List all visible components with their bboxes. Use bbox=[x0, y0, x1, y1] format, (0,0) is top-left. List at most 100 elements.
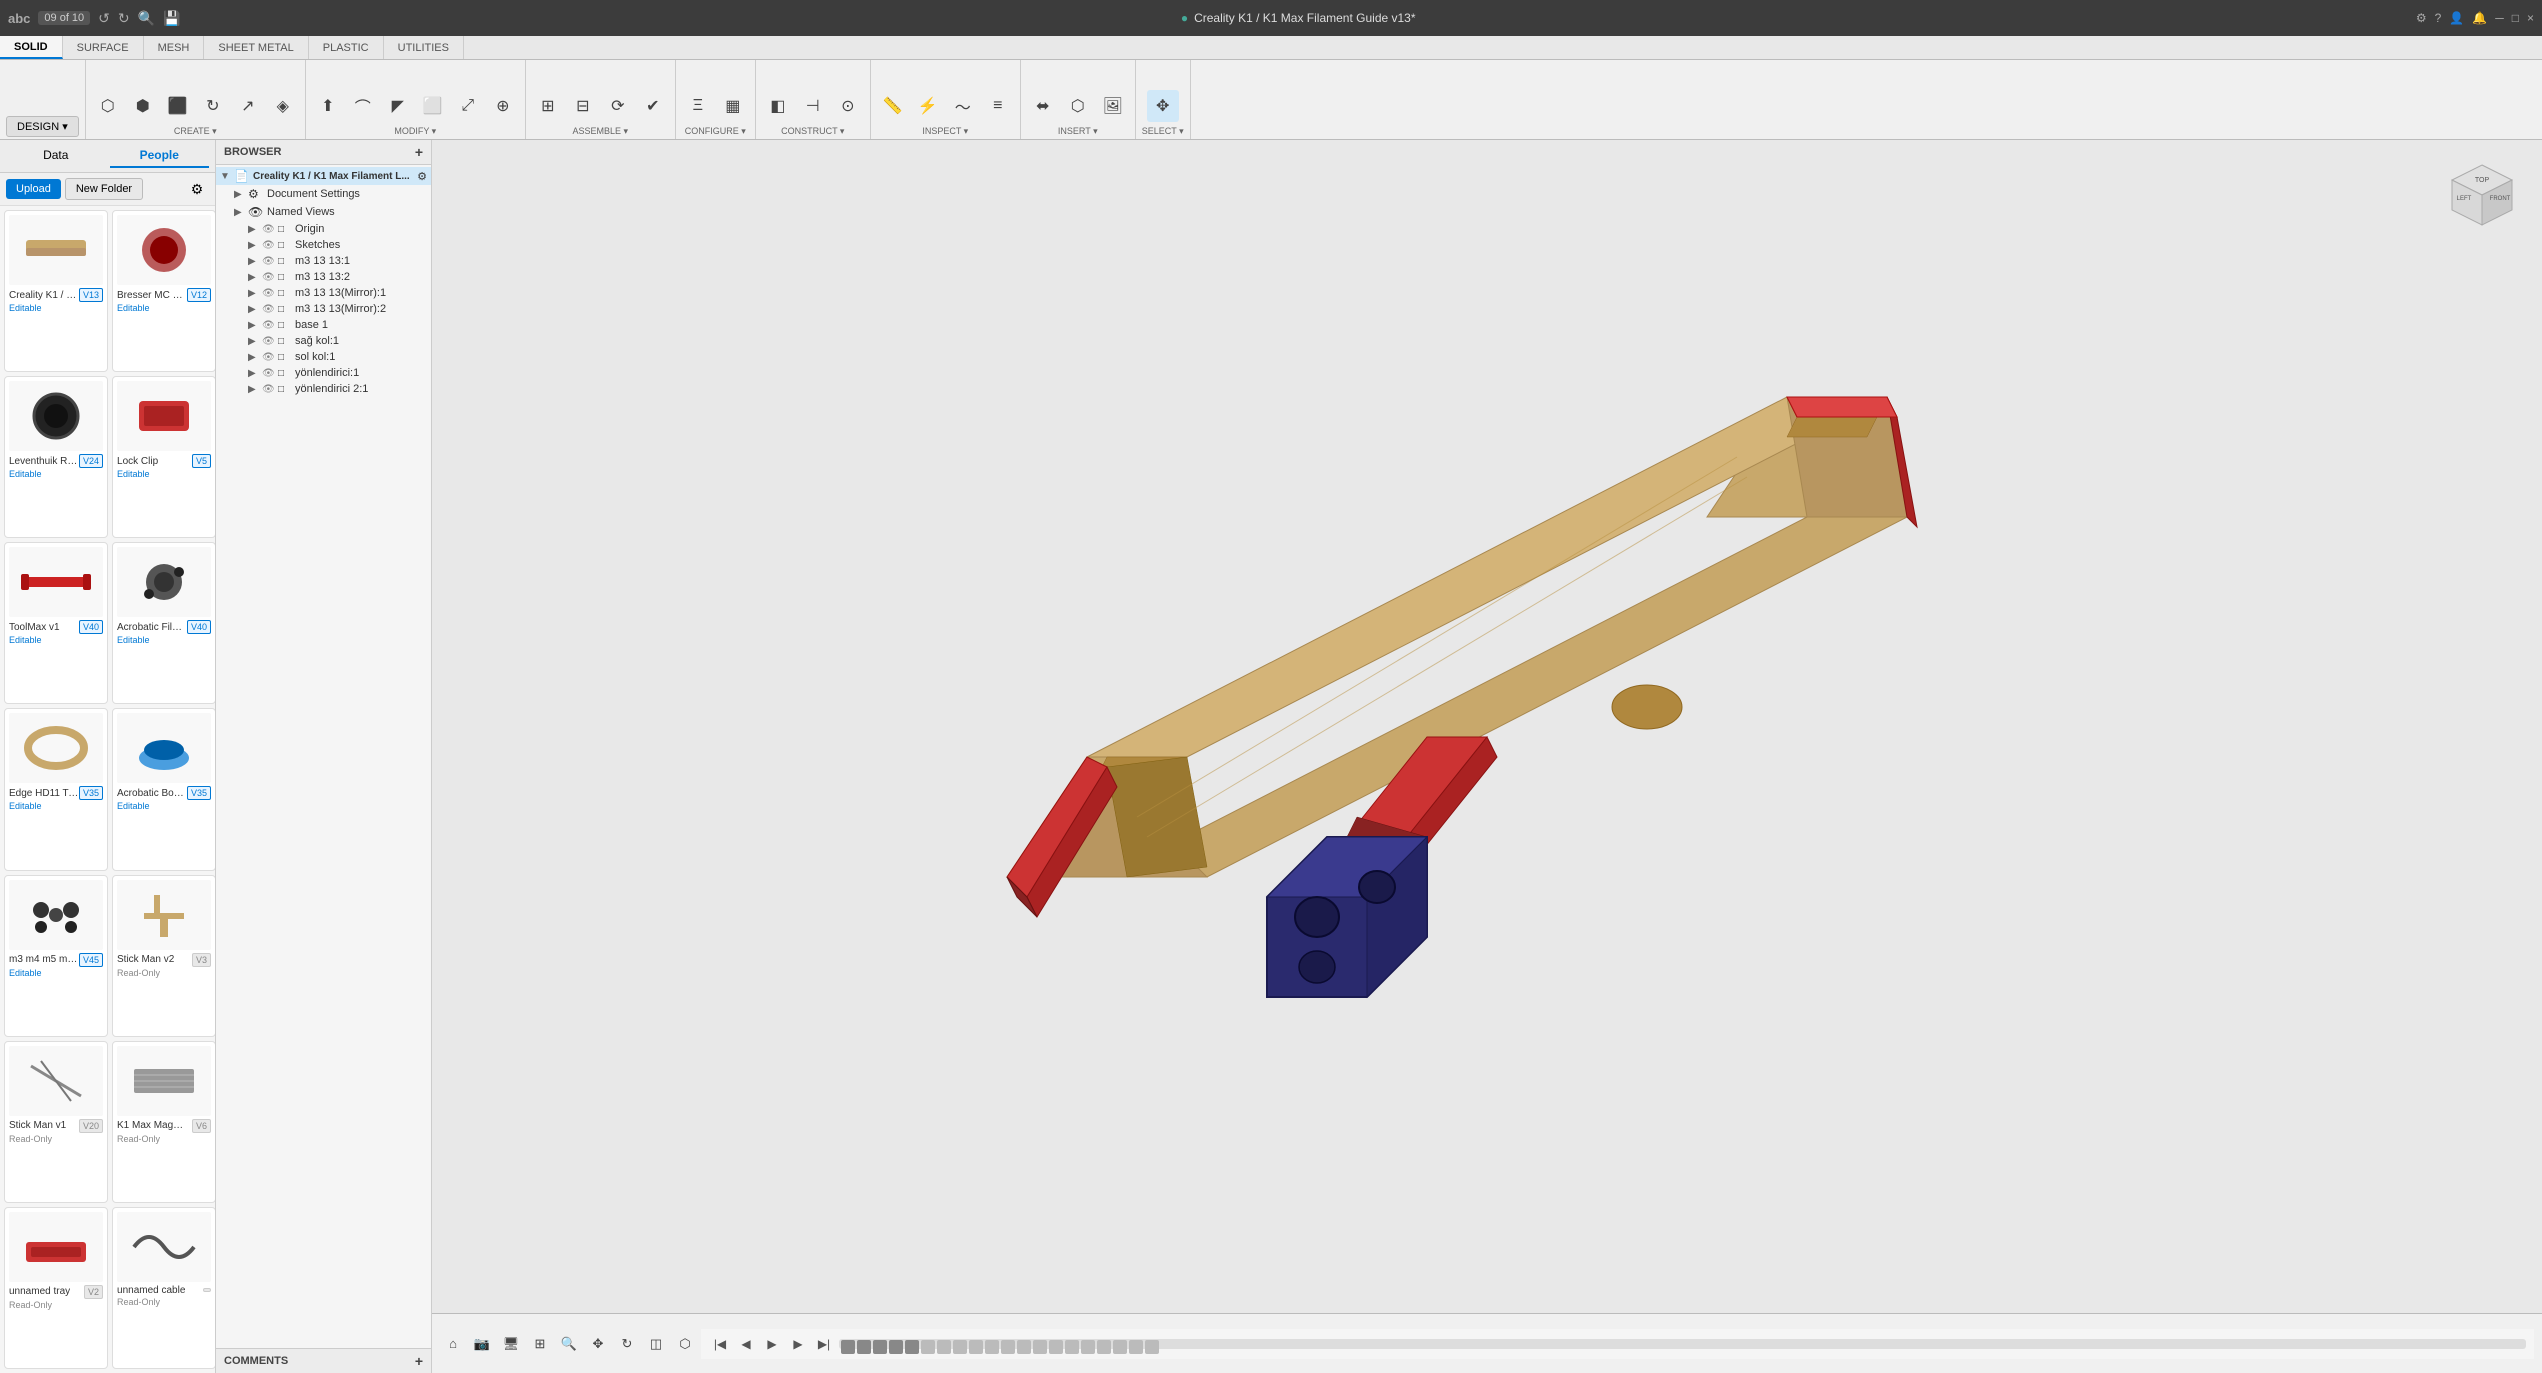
assemble-motion-icon[interactable]: ⟳ bbox=[602, 90, 634, 122]
assemble-joint-icon[interactable]: ⊞ bbox=[532, 90, 564, 122]
modify-combine-icon[interactable]: ⊕ bbox=[487, 90, 519, 122]
bell-icon[interactable]: 🔔 bbox=[2472, 11, 2487, 25]
user-icon[interactable]: 👤 bbox=[2449, 11, 2464, 25]
create-sweep-icon[interactable]: ↗ bbox=[232, 90, 264, 122]
insert-svg-icon[interactable]: ⬌ bbox=[1027, 90, 1059, 122]
timeline-next-btn[interactable]: ▶ bbox=[787, 1333, 809, 1355]
tab-surface[interactable]: SURFACE bbox=[63, 36, 144, 59]
timeline-play-btn[interactable]: ▶ bbox=[761, 1333, 783, 1355]
tree-item-sol-kol[interactable]: ▶ 👁 □ sol kol:1 bbox=[216, 349, 431, 365]
help-icon[interactable]: ? bbox=[2435, 11, 2442, 25]
view-orbit-icon[interactable]: ↻ bbox=[614, 1331, 640, 1357]
settings-button[interactable]: ⚙ bbox=[185, 177, 209, 201]
asset-item[interactable]: Stick Man v2 V3 Read-Only bbox=[112, 875, 215, 1037]
create-box-icon[interactable]: ⬡ bbox=[92, 90, 124, 122]
tab-sheet-metal[interactable]: SHEET METAL bbox=[204, 36, 308, 59]
construct-plane-icon[interactable]: ◧ bbox=[762, 90, 794, 122]
asset-item[interactable]: Bresser MC 127... V12 Editable bbox=[112, 210, 215, 372]
modify-chamfer-icon[interactable]: ◤ bbox=[382, 90, 414, 122]
tree-item-root[interactable]: ▼ 📄 Creality K1 / K1 Max Filament L... ⚙ bbox=[216, 167, 431, 185]
tab-mesh[interactable]: MESH bbox=[144, 36, 205, 59]
asset-item[interactable]: ToolMax v1 V40 Editable bbox=[4, 542, 108, 704]
tab-plastic[interactable]: PLASTIC bbox=[309, 36, 384, 59]
comments-expand-icon[interactable]: + bbox=[415, 1353, 423, 1369]
modify-press-icon[interactable]: ⬆ bbox=[312, 90, 344, 122]
tree-item-m3-2[interactable]: ▶ 👁 □ m3 13 13:2 bbox=[216, 269, 431, 285]
asset-item[interactable]: Acrobatic Bowd... V35 Editable bbox=[112, 708, 215, 870]
insert-canvas-icon[interactable]: 🖼 bbox=[1097, 90, 1129, 122]
new-folder-button[interactable]: New Folder bbox=[65, 178, 143, 200]
inspect-measure-icon[interactable]: 📏 bbox=[877, 90, 909, 122]
undo-icon[interactable]: ↺ bbox=[98, 10, 110, 27]
create-revolve-icon[interactable]: ↻ bbox=[197, 90, 229, 122]
maximize-icon[interactable]: □ bbox=[2512, 11, 2519, 25]
create-extrude-icon[interactable]: ⬛ bbox=[162, 90, 194, 122]
asset-item[interactable]: Stick Man v1 V20 Read-Only bbox=[4, 1041, 108, 1203]
configure-table-icon[interactable]: ▦ bbox=[717, 90, 749, 122]
tree-item-named-views[interactable]: ▶ 👁 Named Views bbox=[216, 203, 431, 221]
view-wireframe-icon[interactable]: ⬡ bbox=[672, 1331, 698, 1357]
asset-item[interactable]: m3 m4 m5 m6 1... V45 Editable bbox=[4, 875, 108, 1037]
asset-item[interactable]: Acrobatic Filame... V40 Editable bbox=[112, 542, 215, 704]
timeline-end-btn[interactable]: ▶| bbox=[813, 1333, 835, 1355]
search-icon[interactable]: 🔍 bbox=[138, 10, 155, 27]
view-zoom-icon[interactable]: 🔍 bbox=[556, 1331, 582, 1357]
tab-utilities[interactable]: UTILITIES bbox=[384, 36, 464, 59]
tab-people[interactable]: People bbox=[110, 144, 210, 168]
asset-item[interactable]: unnamed cable Read-Only bbox=[112, 1207, 215, 1369]
close-icon[interactable]: × bbox=[2527, 11, 2534, 25]
assemble-asbuilt-icon[interactable]: ⊟ bbox=[567, 90, 599, 122]
settings-icon[interactable]: ⚙ bbox=[2416, 11, 2427, 25]
tree-item-yon-1[interactable]: ▶ 👁 □ yönlendirici:1 bbox=[216, 365, 431, 381]
asset-item[interactable]: K1 Max Magnet... V6 Read-Only bbox=[112, 1041, 215, 1203]
upload-button[interactable]: Upload bbox=[6, 179, 61, 199]
asset-item[interactable]: Edge HD11 Tri... V35 Editable bbox=[4, 708, 108, 870]
timeline-prev-btn[interactable]: ◀ bbox=[735, 1333, 757, 1355]
timeline-track[interactable] bbox=[839, 1339, 2526, 1349]
tree-item-origin[interactable]: ▶ 👁 □ Origin bbox=[216, 221, 431, 237]
tab-data[interactable]: Data bbox=[6, 144, 106, 168]
asset-item[interactable]: Creality K1 / K1... V13 Editable bbox=[4, 210, 108, 372]
asset-item[interactable]: unnamed tray V2 Read-Only bbox=[4, 1207, 108, 1369]
insert-mesh-icon[interactable]: ⬡ bbox=[1062, 90, 1094, 122]
tree-item-doc-settings[interactable]: ▶ ⚙ Document Settings bbox=[216, 185, 431, 203]
view-zoom-fit-icon[interactable]: ⊞ bbox=[527, 1331, 553, 1357]
view-perspective-icon[interactable]: ◫ bbox=[643, 1331, 669, 1357]
tree-item-m3-mirror-1[interactable]: ▶ 👁 □ m3 13 13(Mirror):1 bbox=[216, 285, 431, 301]
view-pan-icon[interactable]: ✥ bbox=[585, 1331, 611, 1357]
modify-shell-icon[interactable]: ⬜ bbox=[417, 90, 449, 122]
assemble-enable-icon[interactable]: ✔ bbox=[637, 90, 669, 122]
tree-item-yon-2[interactable]: ▶ 👁 □ yönlendirici 2:1 bbox=[216, 381, 431, 397]
design-dropdown[interactable]: DESIGN ▾ bbox=[6, 116, 79, 137]
tree-item-m3-1[interactable]: ▶ 👁 □ m3 13 13:1 bbox=[216, 253, 431, 269]
view-home-icon[interactable]: ⌂ bbox=[440, 1331, 466, 1357]
timeline-beginning-btn[interactable]: |◀ bbox=[709, 1333, 731, 1355]
inspect-interference-icon[interactable]: ⚡ bbox=[912, 90, 944, 122]
inspect-curvature-icon[interactable]: 〜 bbox=[947, 90, 979, 122]
tree-item-base1[interactable]: ▶ 👁 □ base 1 bbox=[216, 317, 431, 333]
viewcube[interactable]: TOP FRONT LEFT bbox=[2442, 160, 2522, 240]
asset-item[interactable]: Leventhuik RA 30... V24 Editable bbox=[4, 376, 108, 538]
create-loft-icon[interactable]: ◈ bbox=[267, 90, 299, 122]
browser-expand-icon[interactable]: + bbox=[415, 144, 423, 160]
tab-solid[interactable]: SOLID bbox=[0, 36, 63, 59]
save-icon[interactable]: 💾 bbox=[163, 10, 180, 27]
configure-param-icon[interactable]: Ξ bbox=[682, 90, 714, 122]
inspect-zebra-icon[interactable]: ≡ bbox=[982, 90, 1014, 122]
modify-fillet-icon[interactable]: ⌒ bbox=[347, 90, 379, 122]
viewport[interactable]: TOP FRONT LEFT ⌂ 📷 🖥 ⊞ 🔍 ✥ ↻ ◫ ⬡ |◀ ◀ ▶ … bbox=[432, 140, 2542, 1373]
construct-axis-icon[interactable]: ⊣ bbox=[797, 90, 829, 122]
construct-point-icon[interactable]: ⊙ bbox=[832, 90, 864, 122]
tree-item-sag-kol[interactable]: ▶ 👁 □ sağ kol:1 bbox=[216, 333, 431, 349]
modify-scale-icon[interactable]: ⤢ bbox=[452, 90, 484, 122]
view-display-icon[interactable]: 🖥 bbox=[498, 1331, 524, 1357]
redo-icon[interactable]: ↻ bbox=[118, 10, 130, 27]
tree-settings-icon[interactable]: ⚙ bbox=[417, 170, 427, 183]
tree-item-m3-mirror-2[interactable]: ▶ 👁 □ m3 13 13(Mirror):2 bbox=[216, 301, 431, 317]
view-camera-icon[interactable]: 📷 bbox=[469, 1331, 495, 1357]
tree-item-sketches[interactable]: ▶ 👁 □ Sketches bbox=[216, 237, 431, 253]
minimize-icon[interactable]: ─ bbox=[2495, 11, 2504, 25]
asset-item[interactable]: Lock Clip V5 Editable bbox=[112, 376, 215, 538]
create-cyl-icon[interactable]: ⬢ bbox=[127, 90, 159, 122]
select-arrow-icon[interactable]: ✥ bbox=[1147, 90, 1179, 122]
